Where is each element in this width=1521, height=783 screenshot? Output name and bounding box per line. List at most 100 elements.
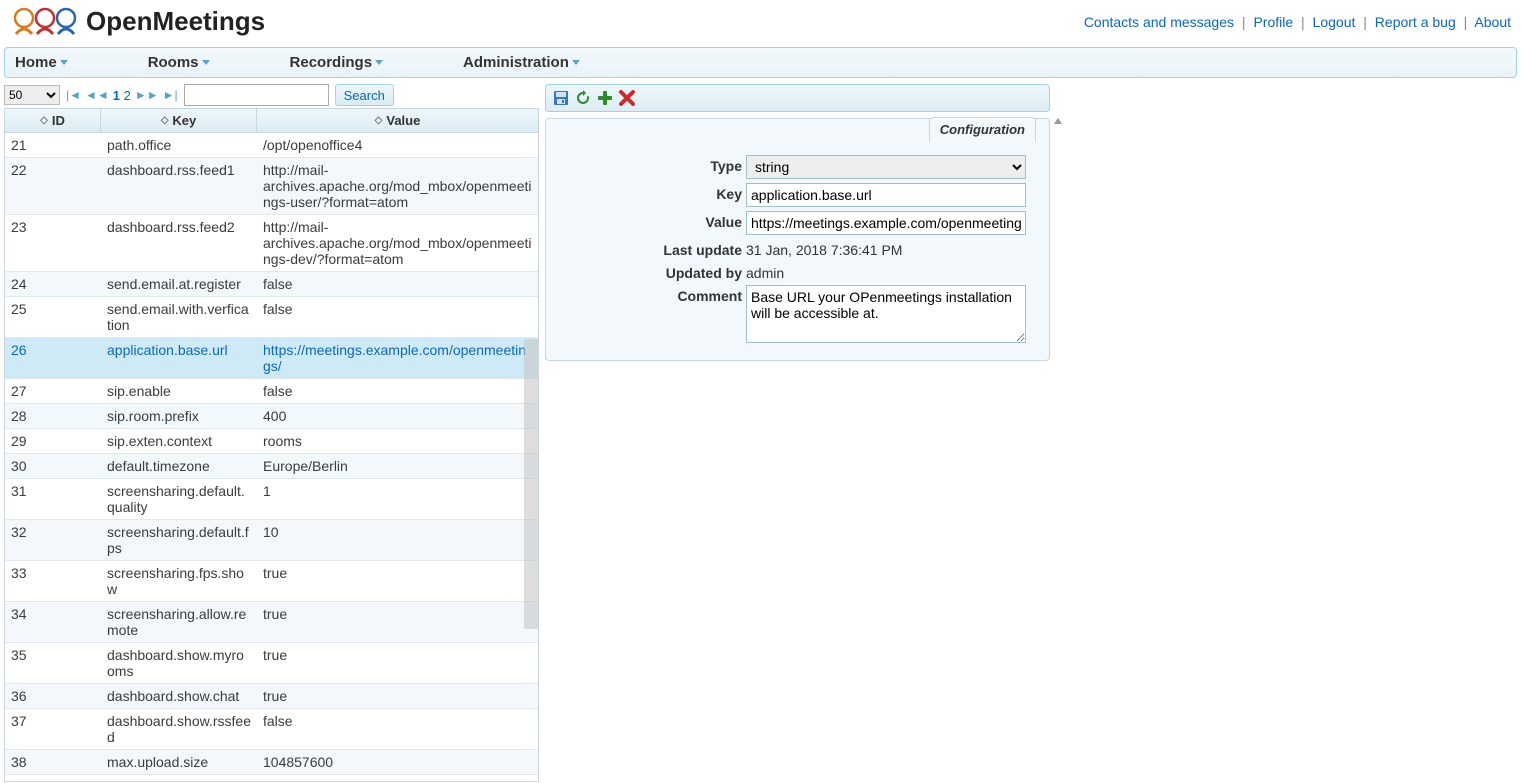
save-icon[interactable]: [552, 89, 570, 107]
link-about[interactable]: About: [1474, 14, 1511, 30]
link-report-bug[interactable]: Report a bug: [1375, 14, 1456, 30]
pager-prev-icon[interactable]: ◄◄: [85, 88, 109, 102]
table-row[interactable]: 22dashboard.rss.feed1http://mail-archive…: [5, 158, 538, 215]
menu-home[interactable]: Home: [15, 54, 68, 71]
cell-id: 27: [5, 379, 101, 403]
value-input[interactable]: [746, 211, 1026, 235]
cell-value: http://mail-archives.apache.org/mod_mbox…: [257, 215, 538, 271]
table-row[interactable]: 33screensharing.fps.showtrue: [5, 561, 538, 602]
table-row[interactable]: 26application.base.urlhttps://meetings.e…: [5, 338, 538, 379]
link-contacts[interactable]: Contacts and messages: [1084, 14, 1234, 30]
cell-id: 21: [5, 133, 101, 157]
table-row[interactable]: 34screensharing.allow.remotetrue: [5, 602, 538, 643]
cell-key: sip.exten.context: [101, 429, 257, 453]
cell-key: dashboard.show.chat: [101, 684, 257, 708]
menubar: Home Rooms Recordings Administration: [4, 47, 1517, 78]
sort-icon: ◇: [375, 117, 383, 125]
table-row[interactable]: 32screensharing.default.fps10: [5, 520, 538, 561]
label-key: Key: [556, 183, 746, 202]
cell-key: max.upload.size: [101, 750, 257, 774]
table-row[interactable]: 31screensharing.default.quality1: [5, 479, 538, 520]
table-row[interactable]: 21path.office/opt/openoffice4: [5, 133, 538, 158]
cell-value: 104857600: [257, 750, 538, 774]
cell-key: dashboard.rss.feed1: [101, 158, 257, 214]
table-row[interactable]: 38max.upload.size104857600: [5, 750, 538, 775]
menu-administration[interactable]: Administration: [463, 54, 580, 71]
table-row[interactable]: 24send.email.at.registerfalse: [5, 272, 538, 297]
cell-key: dashboard.show.myrooms: [101, 643, 257, 683]
pager-page[interactable]: 1: [113, 88, 120, 103]
cell-value: Europe/Berlin: [257, 454, 538, 478]
cell-key: screensharing.fps.show: [101, 561, 257, 601]
chevron-down-icon: [375, 60, 383, 65]
cell-id: 35: [5, 643, 101, 683]
sort-icon: ◇: [40, 117, 48, 125]
search-input[interactable]: [184, 84, 329, 106]
table-row[interactable]: 27sip.enablefalse: [5, 379, 538, 404]
chevron-down-icon: [202, 60, 210, 65]
delete-icon[interactable]: [618, 89, 636, 107]
detail-tab[interactable]: Configuration: [929, 117, 1036, 142]
th-key[interactable]: ◇ Key: [101, 109, 257, 132]
pager-page[interactable]: 2: [124, 88, 131, 103]
cell-id: 24: [5, 272, 101, 296]
th-id[interactable]: ◇ ID: [5, 109, 101, 132]
table-row[interactable]: 25send.email.with.verficationfalse: [5, 297, 538, 338]
pager-last-icon[interactable]: ►|: [163, 88, 178, 102]
cell-id: 36: [5, 684, 101, 708]
cell-id: 30: [5, 454, 101, 478]
cell-key: sip.enable: [101, 379, 257, 403]
cell-value: http://mail-archives.apache.org/mod_mbox…: [257, 158, 538, 214]
table-header: ◇ ID ◇ Key ◇ Value: [5, 109, 538, 133]
config-detail-pane: Configuration Type string Key: [545, 84, 1050, 782]
key-input[interactable]: [746, 183, 1026, 207]
cell-key: screensharing.default.quality: [101, 479, 257, 519]
pager-first-icon[interactable]: |◄: [66, 88, 81, 102]
label-updated-by: Updated by: [556, 262, 746, 281]
table-row[interactable]: 28sip.room.prefix400: [5, 404, 538, 429]
table-row[interactable]: 37dashboard.show.rssfeedfalse: [5, 709, 538, 750]
table-row[interactable]: 36dashboard.show.chattrue: [5, 684, 538, 709]
cell-key: dashboard.show.rssfeed: [101, 709, 257, 749]
link-logout[interactable]: Logout: [1313, 14, 1356, 30]
refresh-icon[interactable]: [574, 89, 592, 107]
table-row[interactable]: 29sip.exten.contextrooms: [5, 429, 538, 454]
cell-id: 26: [5, 338, 101, 378]
detail-wrap: Configuration Type string Key: [545, 118, 1050, 361]
table-row[interactable]: 30default.timezoneEurope/Berlin: [5, 454, 538, 479]
type-select[interactable]: string: [746, 155, 1026, 179]
detail-scrollbar[interactable]: [1052, 118, 1062, 361]
comment-textarea[interactable]: [746, 285, 1026, 343]
table-body[interactable]: 21path.office/opt/openoffice422dashboard…: [5, 133, 538, 781]
add-icon[interactable]: [596, 89, 614, 107]
pager: |◄ ◄◄ 1 2 ►► ►|: [66, 88, 178, 103]
cell-value: 400: [257, 404, 538, 428]
th-value[interactable]: ◇ Value: [257, 109, 538, 132]
cell-value: false: [257, 272, 538, 296]
menu-rooms[interactable]: Rooms: [148, 54, 210, 71]
cell-key: send.email.with.verfication: [101, 297, 257, 337]
cell-key: dashboard.rss.feed2: [101, 215, 257, 271]
sort-icon: ◇: [161, 117, 169, 125]
cell-id: 38: [5, 750, 101, 774]
pager-next-icon[interactable]: ►►: [135, 88, 159, 102]
table-row[interactable]: 35dashboard.show.myroomstrue: [5, 643, 538, 684]
logo-icon: [10, 4, 80, 39]
page-size-select[interactable]: 50: [4, 85, 60, 105]
cell-id: 32: [5, 520, 101, 560]
table-row[interactable]: 23dashboard.rss.feed2http://mail-archive…: [5, 215, 538, 272]
cell-value: rooms: [257, 429, 538, 453]
cell-value: https://meetings.example.com/openmeeting…: [257, 338, 538, 378]
table-row[interactable]: 39number.minutes.reminder.send15: [5, 775, 538, 781]
cell-value: false: [257, 379, 538, 403]
menu-recordings[interactable]: Recordings: [290, 54, 384, 71]
link-profile[interactable]: Profile: [1253, 14, 1293, 30]
cell-key: screensharing.allow.remote: [101, 602, 257, 642]
chevron-down-icon: [60, 60, 68, 65]
cell-key: default.timezone: [101, 454, 257, 478]
header: OpenMeetings Contacts and messages | Pro…: [0, 0, 1521, 43]
search-button[interactable]: Search: [335, 84, 394, 106]
cell-key: number.minutes.reminder.send: [101, 775, 257, 781]
cell-value: true: [257, 643, 538, 683]
main: 50 |◄ ◄◄ 1 2 ►► ►| Search ◇ ID ◇ Key: [4, 84, 1517, 782]
